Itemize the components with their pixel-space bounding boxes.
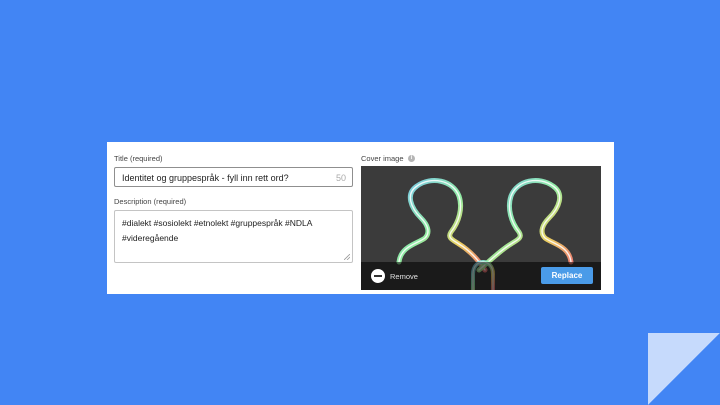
- right-head-outline: [476, 178, 574, 273]
- title-char-counter: 50: [335, 173, 346, 183]
- cover-image: Remove Replace: [361, 166, 601, 290]
- replace-button[interactable]: Replace: [541, 267, 593, 284]
- cover-image-label: Cover image: [361, 154, 404, 163]
- minus-circle-icon: [371, 269, 385, 283]
- info-icon[interactable]: i: [408, 155, 415, 162]
- left-head-outline: [396, 178, 488, 273]
- description-label: Description (required): [114, 197, 187, 206]
- title-label: Title (required): [114, 154, 163, 163]
- resize-grip-icon[interactable]: [344, 254, 350, 260]
- cover-action-bar: Remove Replace: [361, 262, 601, 290]
- remove-button[interactable]: Remove: [371, 268, 418, 284]
- description-textarea[interactable]: #dialekt #sosiolekt #etnolekt #gruppespr…: [114, 210, 353, 263]
- remove-label: Remove: [390, 271, 418, 281]
- upload-form-panel: Title (required) Identitet og gruppesprå…: [107, 142, 614, 294]
- title-input-value: Identitet og gruppespråk - fyll inn rett…: [122, 173, 289, 183]
- description-value: #dialekt #sosiolekt #etnolekt #gruppespr…: [122, 218, 312, 243]
- title-input[interactable]: Identitet og gruppespråk - fyll inn rett…: [114, 167, 353, 187]
